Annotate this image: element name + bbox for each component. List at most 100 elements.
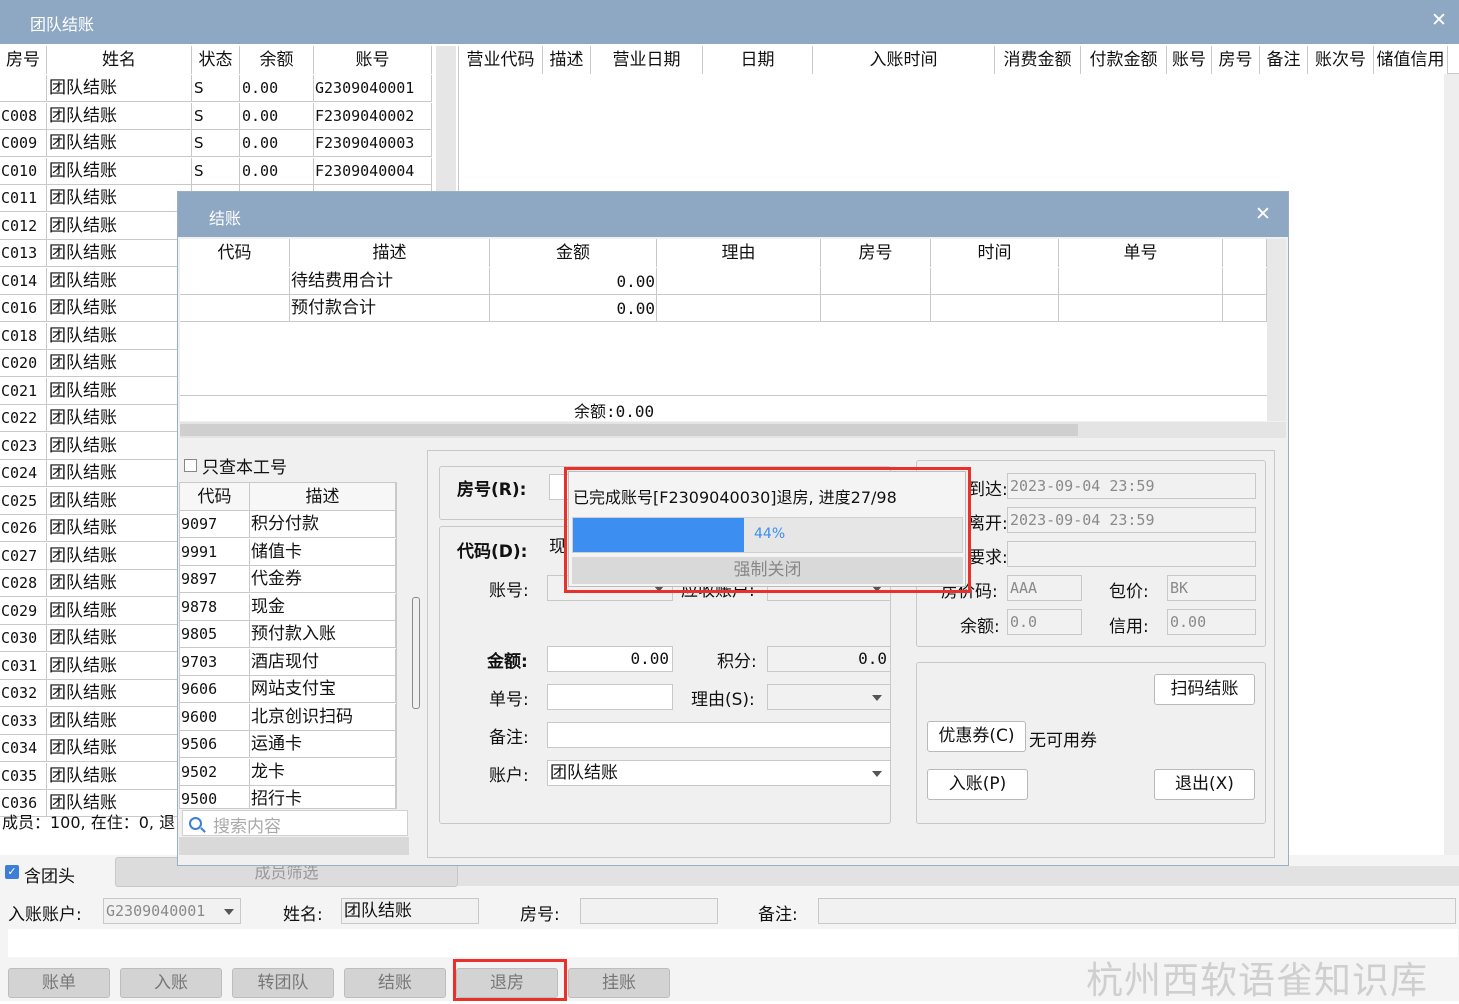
column-header[interactable]: 金额 [490, 239, 657, 267]
table-row[interactable]: C009 团队结账 S 0.00 F2309040003 [0, 130, 432, 157]
list-cell: 龙卡 [250, 758, 396, 786]
column-header[interactable]: 入账时间 [813, 46, 995, 74]
points-field[interactable]: 0.0 [767, 646, 891, 672]
column-header[interactable]: 日期 [703, 46, 813, 74]
checkout-dialog-close-icon[interactable]: ✕ [1255, 203, 1271, 225]
table-cell: C026 [0, 515, 47, 542]
column-header[interactable]: 消费金额 [995, 46, 1081, 74]
include-head-checkbox[interactable]: ✓ [5, 865, 19, 879]
column-header[interactable]: 备注 [1260, 46, 1308, 74]
transfer-group-button[interactable]: 转团队 [232, 968, 334, 998]
search-box[interactable]: 搜索内容 [182, 810, 408, 837]
column-header[interactable]: 账号 [314, 46, 432, 74]
column-header[interactable]: 账次号 [1308, 46, 1374, 74]
list-item[interactable]: 9500 招行卡 [180, 786, 396, 808]
arrive-field[interactable]: 2023-09-04 23:59 [1007, 473, 1256, 499]
exit-button[interactable]: 退出(X) [1154, 769, 1255, 800]
bill-button[interactable]: 账单 [8, 968, 110, 998]
table-cell: C030 [0, 625, 47, 652]
list-item[interactable]: 9097 积分付款 [180, 511, 396, 538]
package-field[interactable]: BK [1167, 575, 1256, 601]
list-item[interactable]: 9606 网站支付宝 [180, 676, 396, 703]
post-entry-button[interactable]: 入账 [120, 968, 222, 998]
note-label: 备注: [758, 905, 798, 925]
bottom-scroll[interactable] [458, 866, 1459, 886]
list-item[interactable]: 9805 预付款入账 [180, 621, 396, 648]
hscroll-thumb[interactable] [180, 424, 1078, 436]
list-item[interactable]: 9506 运通卡 [180, 731, 396, 758]
checkout-items-hscroll[interactable] [180, 422, 1286, 438]
column-header[interactable]: 姓名 [47, 46, 192, 74]
list-item[interactable]: 9878 现金 [180, 593, 396, 621]
main-close-icon[interactable]: ✕ [1431, 9, 1447, 31]
list-item[interactable]: 9991 储值卡 [180, 538, 396, 566]
column-header[interactable]: 营业代码 [459, 46, 543, 74]
column-header[interactable]: 房号 [821, 239, 931, 267]
settle-button[interactable]: 结账 [344, 968, 446, 998]
post-button[interactable]: 入账(P) [927, 769, 1028, 800]
column-header[interactable]: 储值信用 [1374, 46, 1448, 74]
scan-checkout-label: 扫码结账 [1170, 679, 1239, 699]
checkout-items-vscroll[interactable] [1267, 239, 1286, 421]
list-cell: 9500 [180, 786, 250, 808]
list-item[interactable]: 9703 酒店现付 [180, 648, 396, 676]
column-header[interactable]: 账号 [1167, 46, 1212, 74]
code-list-scroll[interactable] [412, 597, 420, 709]
reason-select[interactable] [767, 684, 891, 710]
scan-checkout-button[interactable]: 扫码结账 [1154, 674, 1255, 705]
post-entry-button-label: 入账 [154, 973, 188, 993]
column-header[interactable]: 单号 [1059, 239, 1223, 267]
table-cell [657, 268, 821, 295]
column-header[interactable]: 理由 [657, 239, 821, 267]
credit-field[interactable]: 0.00 [1167, 609, 1256, 635]
list-item[interactable]: 9897 代金券 [180, 566, 396, 593]
rate-code-field[interactable]: AAA [1007, 575, 1082, 601]
table-cell [180, 268, 290, 295]
table-row[interactable]: 团队结账 S 0.00 G2309040001 [0, 75, 432, 102]
table-cell: C032 [0, 680, 47, 707]
table-row[interactable]: 待结费用合计 0.00 [180, 268, 1267, 295]
list-cell: 酒店现付 [250, 648, 396, 676]
coupon-button[interactable]: 优惠券(C) [927, 721, 1026, 752]
column-header[interactable]: 状态 [192, 46, 240, 74]
column-header[interactable]: 付款金额 [1081, 46, 1167, 74]
payer-account-select[interactable]: 团队结账 [547, 760, 891, 786]
list-cell: 9506 [180, 731, 250, 758]
table-row[interactable]: C010 团队结账 S 0.00 F2309040004 [0, 157, 432, 185]
table-cell: C025 [0, 487, 47, 515]
table-row[interactable]: C008 团队结账 S 0.00 F2309040002 [0, 102, 432, 130]
column-header[interactable]: 房号 [1212, 46, 1260, 74]
column-header[interactable]: 营业日期 [591, 46, 703, 74]
amount-field[interactable]: 0.00 [547, 646, 673, 672]
remark-field[interactable] [547, 722, 891, 748]
column-header[interactable]: 描述 [543, 46, 591, 74]
watermark: 杭州西软语雀知识库 [1086, 959, 1428, 1002]
info-balance-label: 余额: [960, 617, 1000, 637]
require-label: 要求: [968, 548, 1008, 568]
table-cell: 团队结账 [47, 322, 192, 350]
require-field[interactable] [1007, 541, 1256, 567]
table-row[interactable]: 预付款合计 0.00 [180, 295, 1267, 322]
bill-no-field[interactable] [547, 684, 673, 710]
table-cell: 0.00 [240, 130, 314, 157]
ledger-scroll-track[interactable] [1444, 74, 1459, 866]
column-header[interactable]: 时间 [931, 239, 1059, 267]
account-select[interactable]: G2309040001 [103, 898, 241, 924]
note-field[interactable] [818, 898, 1456, 924]
column-header[interactable]: 描述 [290, 239, 490, 267]
column-header[interactable]: 描述 [250, 483, 396, 511]
only-my-shift-checkbox[interactable] [184, 459, 197, 472]
table-cell: C014 [0, 267, 47, 295]
column-header[interactable]: 代码 [180, 239, 290, 267]
name-field[interactable]: 团队结账 [341, 898, 479, 924]
list-item[interactable]: 9502 龙卡 [180, 758, 396, 786]
column-header[interactable]: 代码 [180, 483, 250, 511]
table-cell [931, 295, 1059, 322]
depart-field[interactable]: 2023-09-04 23:59 [1007, 507, 1256, 533]
column-header[interactable]: 房号 [0, 46, 47, 74]
hang-account-button[interactable]: 挂账 [568, 968, 670, 998]
info-balance-field[interactable]: 0.0 [1007, 609, 1082, 635]
room-field[interactable] [580, 898, 718, 924]
list-item[interactable]: 9600 北京创识扫码 [180, 703, 396, 731]
column-header[interactable]: 余额 [240, 46, 314, 74]
